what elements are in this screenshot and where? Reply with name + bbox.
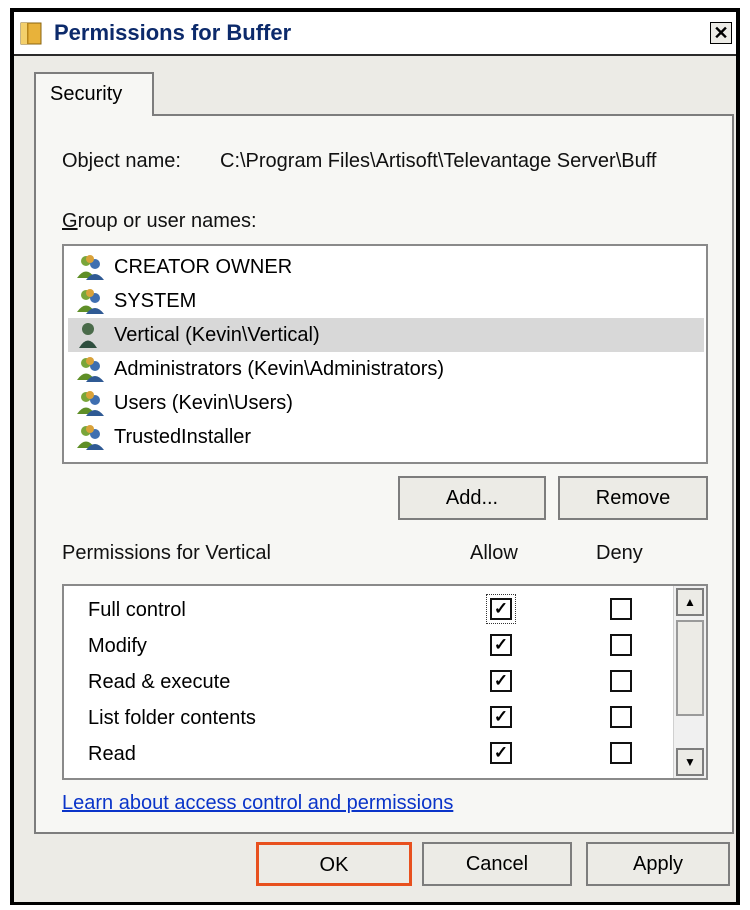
permissions-list[interactable]: Full control ✓ Modify ✓ Read & execute ✓… [62, 584, 708, 780]
group-users-icon [74, 389, 106, 417]
remove-button[interactable]: Remove [558, 476, 708, 520]
close-icon: ✕ [713, 23, 729, 43]
permissions-for-label: Permissions for Vertical [62, 542, 271, 564]
allow-checkbox[interactable]: ✓ [486, 594, 516, 624]
group-users-icon [74, 253, 106, 281]
group-users-icon [74, 355, 106, 383]
user-row-administrators[interactable]: Administrators (Kevin\Administrators) [68, 352, 704, 386]
allow-checkbox[interactable]: ✓ [490, 742, 512, 764]
group-user-list[interactable]: CREATOR OWNER SYSTEM Vertical (Kevin\Ver… [62, 244, 708, 464]
user-label: CREATOR OWNER [114, 256, 293, 278]
object-name-label: Object name: [62, 150, 181, 172]
ok-button[interactable]: OK [256, 842, 412, 886]
permission-row-full-control: Full control ✓ [64, 592, 674, 628]
user-label: Users (Kevin\Users) [114, 392, 293, 414]
apply-button[interactable]: Apply [586, 842, 730, 886]
user-row-users[interactable]: Users (Kevin\Users) [68, 386, 704, 420]
permission-row-modify: Modify ✓ [64, 628, 674, 664]
group-users-icon [74, 287, 106, 315]
object-name-value: C:\Program Files\Artisoft\Televantage Se… [220, 150, 657, 172]
allow-column-header: Allow [470, 542, 518, 564]
folder-icon [20, 20, 44, 46]
deny-checkbox[interactable] [610, 598, 632, 620]
arrow-down-icon: ▼ [684, 755, 696, 769]
arrow-up-icon: ▲ [684, 595, 696, 609]
user-row-vertical[interactable]: Vertical (Kevin\Vertical) [68, 318, 704, 352]
allow-checkbox[interactable]: ✓ [490, 706, 512, 728]
permission-row-read: Read ✓ [64, 736, 674, 772]
permissions-dialog: Permissions for Buffer ✕ Security Object… [14, 12, 736, 902]
user-label: SYSTEM [114, 290, 197, 312]
group-users-icon [74, 423, 106, 451]
user-row-system[interactable]: SYSTEM [68, 284, 704, 318]
tab-security-label: Security [50, 83, 123, 105]
permissions-scrollbar[interactable]: ▲ ▼ [673, 586, 706, 778]
access-control-help-link[interactable]: Learn about access control and permissio… [62, 792, 453, 815]
permission-name: Read [88, 743, 136, 765]
scroll-thumb[interactable] [676, 620, 704, 716]
tab-security[interactable]: Security [34, 72, 154, 116]
deny-column-header: Deny [596, 542, 643, 564]
title-bar[interactable]: Permissions for Buffer ✕ [14, 12, 736, 56]
user-row-trustedinstaller[interactable]: TrustedInstaller [68, 420, 704, 454]
group-label-rest: roup or user names: [77, 210, 257, 232]
permission-row-list-folder-contents: List folder contents ✓ [64, 700, 674, 736]
scroll-down-button[interactable]: ▼ [676, 748, 704, 776]
permission-name: Full control [88, 599, 186, 621]
close-button[interactable]: ✕ [710, 22, 732, 44]
user-label: TrustedInstaller [114, 426, 252, 448]
allow-checkbox[interactable]: ✓ [490, 634, 512, 656]
deny-checkbox[interactable] [610, 634, 632, 656]
permission-name: List folder contents [88, 707, 256, 729]
window-title: Permissions for Buffer [54, 20, 292, 45]
scroll-up-button[interactable]: ▲ [676, 588, 704, 616]
permission-name: Read & execute [88, 671, 231, 693]
deny-checkbox[interactable] [610, 706, 632, 728]
cancel-button[interactable]: Cancel [422, 842, 572, 886]
permission-row-read-execute: Read & execute ✓ [64, 664, 674, 700]
deny-checkbox[interactable] [610, 670, 632, 692]
single-user-icon [74, 321, 106, 349]
permission-name: Modify [88, 635, 147, 657]
user-label: Administrators (Kevin\Administrators) [114, 358, 445, 380]
user-label: Vertical (Kevin\Vertical) [114, 324, 320, 346]
add-button[interactable]: Add... [398, 476, 546, 520]
allow-checkbox[interactable]: ✓ [490, 670, 512, 692]
user-row-creator-owner[interactable]: CREATOR OWNER [68, 250, 704, 284]
deny-checkbox[interactable] [610, 742, 632, 764]
group-label-mnemonic: G [62, 210, 78, 232]
group-user-names-label: Group or user names: [62, 210, 257, 233]
